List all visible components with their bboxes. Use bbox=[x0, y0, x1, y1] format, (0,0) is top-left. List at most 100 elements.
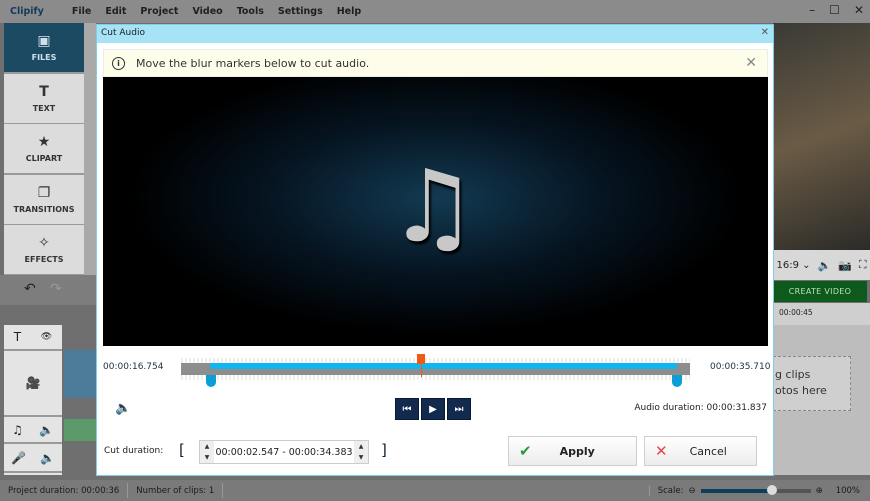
drop-zone[interactable]: g clips otos here bbox=[773, 356, 851, 411]
sidebar-item-label: TEXT bbox=[32, 104, 56, 113]
end-time: 00:00:35.710 bbox=[710, 362, 771, 372]
sidebar-item-effects[interactable]: ✧ EFFECTS bbox=[4, 225, 84, 274]
audio-preview: ♫ bbox=[103, 77, 768, 346]
scale-slider[interactable] bbox=[700, 484, 811, 495]
menu-video[interactable]: Video bbox=[192, 6, 222, 17]
menu-edit[interactable]: Edit bbox=[105, 6, 126, 17]
scale-label: Scale: bbox=[657, 485, 684, 496]
cancel-label: Cancel bbox=[689, 444, 727, 458]
microphone-icon: 🎤 bbox=[11, 450, 26, 465]
check-icon: ✔ bbox=[519, 442, 532, 460]
status-bar: Project duration: 00:00:36 Number of cli… bbox=[0, 480, 870, 501]
video-preview bbox=[773, 23, 870, 250]
text-track-header: T 👁 bbox=[4, 325, 62, 351]
menu-project[interactable]: Project bbox=[140, 6, 178, 17]
maximize-icon[interactable]: ☐ bbox=[829, 3, 840, 17]
skip-back-button[interactable]: ⏮ bbox=[395, 398, 419, 420]
bracket-open: [ bbox=[179, 441, 185, 459]
clip-count: Number of clips: 1 bbox=[128, 483, 224, 498]
play-button[interactable]: ▶ bbox=[421, 398, 445, 420]
close-icon[interactable]: ✕ bbox=[854, 3, 864, 17]
create-video-button[interactable]: CREATE VIDEO bbox=[773, 281, 867, 302]
apply-label: Apply bbox=[559, 444, 595, 458]
drop-zone-text: otos here bbox=[775, 384, 827, 397]
aspect-ratio-select[interactable]: 16:9 ⌄ bbox=[776, 260, 810, 271]
window-controls: – ☐ ✕ bbox=[809, 3, 864, 17]
info-bar: i Move the blur markers below to cut aud… bbox=[103, 49, 768, 77]
undo-icon[interactable]: ↶ bbox=[24, 281, 36, 297]
transitions-icon: ❐ bbox=[37, 185, 51, 201]
audio-clip[interactable] bbox=[64, 419, 96, 441]
cut-range-value[interactable]: 00:00:02.547 - 00:00:34.383 bbox=[214, 447, 354, 458]
sidebar-item-files[interactable]: ▣ FILES bbox=[4, 23, 84, 72]
fullscreen-icon[interactable]: ⛶ bbox=[859, 258, 867, 272]
dialog-title: Cut Audio bbox=[97, 25, 773, 43]
sidebar-item-clipart[interactable]: ★ CLIPART bbox=[4, 124, 84, 173]
video-track-header: 🎥 bbox=[4, 351, 62, 417]
selection-range bbox=[210, 363, 677, 369]
project-duration: Project duration: 00:00:36 bbox=[0, 483, 129, 498]
scale-control: Scale: ⊖ ⊕ 100% bbox=[648, 484, 870, 496]
timeline-ruler: 00:00:45 bbox=[773, 303, 870, 325]
sidebar: ▣ FILES T TEXT ★ CLIPART ❐ TRANSITIONS ✧ EFFE… bbox=[4, 23, 84, 275]
star-icon: ★ bbox=[37, 134, 51, 150]
start-spinner[interactable]: ▲ ▼ bbox=[200, 441, 214, 463]
start-marker[interactable] bbox=[206, 375, 216, 387]
menu-help[interactable]: Help bbox=[337, 6, 361, 17]
x-icon: ✕ bbox=[655, 442, 668, 460]
menu-settings[interactable]: Settings bbox=[278, 6, 323, 17]
cut-audio-dialog: Cut Audio ✕ i Move the blur markers belo… bbox=[96, 24, 774, 476]
playback-controls: ⏮ ▶ ⏭ bbox=[395, 398, 471, 420]
sidebar-item-label: FILES bbox=[31, 53, 57, 62]
image-icon: ▣ bbox=[37, 33, 51, 49]
sidebar-item-label: CLIPART bbox=[25, 154, 63, 163]
end-marker[interactable] bbox=[672, 375, 682, 387]
volume-icon[interactable]: 🔈 bbox=[115, 401, 131, 416]
speaker-icon[interactable]: 🔈 bbox=[39, 423, 54, 437]
sidebar-item-transitions[interactable]: ❐ TRANSITIONS bbox=[4, 175, 84, 224]
undo-redo-bar: ↶ ↷ bbox=[0, 275, 96, 305]
camera-icon[interactable]: 📷 bbox=[838, 259, 852, 272]
text-icon: T bbox=[13, 330, 22, 344]
zoom-level: 100% bbox=[835, 485, 860, 496]
app-logo: Clipify bbox=[10, 6, 44, 17]
cancel-button[interactable]: ✕ Cancel bbox=[644, 436, 757, 466]
minimize-icon[interactable]: – bbox=[809, 3, 815, 17]
magic-wand-icon: ✧ bbox=[38, 235, 50, 251]
start-time: 00:00:16.754 bbox=[103, 362, 164, 372]
menu-tools[interactable]: Tools bbox=[237, 6, 264, 17]
scale-fill bbox=[700, 488, 773, 493]
info-close-icon[interactable]: ✕ bbox=[745, 55, 757, 71]
video-clip[interactable] bbox=[64, 350, 96, 398]
menu-file[interactable]: File bbox=[72, 6, 91, 17]
text-icon: T bbox=[39, 84, 49, 100]
preview-toolbar: 16:9 ⌄ 🔈 📷 ⛶ bbox=[773, 250, 870, 280]
speaker-icon[interactable]: 🔈 bbox=[40, 451, 55, 465]
music-icon: ♫ bbox=[12, 422, 23, 437]
info-text: Move the blur markers below to cut audio… bbox=[136, 56, 370, 70]
volume-icon[interactable]: 🔈 bbox=[817, 259, 831, 272]
playhead-line bbox=[420, 363, 422, 377]
audio-duration: Audio duration: 00:00:31.837 bbox=[634, 403, 767, 413]
dialog-close-icon[interactable]: ✕ bbox=[761, 27, 769, 38]
track-headers: T 👁 🎥 ♫ 🔈 🎤 🔈 bbox=[4, 325, 62, 475]
video-camera-icon: 🎥 bbox=[25, 376, 41, 390]
sidebar-item-text[interactable]: T TEXT bbox=[4, 74, 84, 123]
cut-range-input[interactable]: ▲ ▼ 00:00:02.547 - 00:00:34.383 ▲ ▼ bbox=[199, 440, 369, 464]
voice-track-header: 🎤 🔈 bbox=[4, 444, 62, 473]
skip-forward-button[interactable]: ⏭ bbox=[447, 398, 471, 420]
cut-duration-label: Cut duration: bbox=[104, 446, 164, 456]
sidebar-item-label: TRANSITIONS bbox=[13, 205, 75, 214]
drop-zone-text: g clips bbox=[775, 368, 811, 381]
redo-icon[interactable]: ↷ bbox=[50, 281, 62, 297]
file-panel bbox=[84, 23, 96, 275]
sidebar-item-label: EFFECTS bbox=[24, 255, 64, 264]
scale-handle[interactable] bbox=[767, 484, 778, 495]
apply-button[interactable]: ✔ Apply bbox=[508, 436, 637, 466]
zoom-in-icon[interactable]: ⊕ bbox=[816, 486, 823, 496]
bracket-close: ] bbox=[381, 441, 387, 459]
end-spinner[interactable]: ▲ ▼ bbox=[354, 441, 368, 463]
music-track-header: ♫ 🔈 bbox=[4, 417, 62, 444]
zoom-out-icon[interactable]: ⊖ bbox=[688, 486, 695, 496]
visibility-link-icon[interactable]: 👁 bbox=[41, 332, 52, 342]
